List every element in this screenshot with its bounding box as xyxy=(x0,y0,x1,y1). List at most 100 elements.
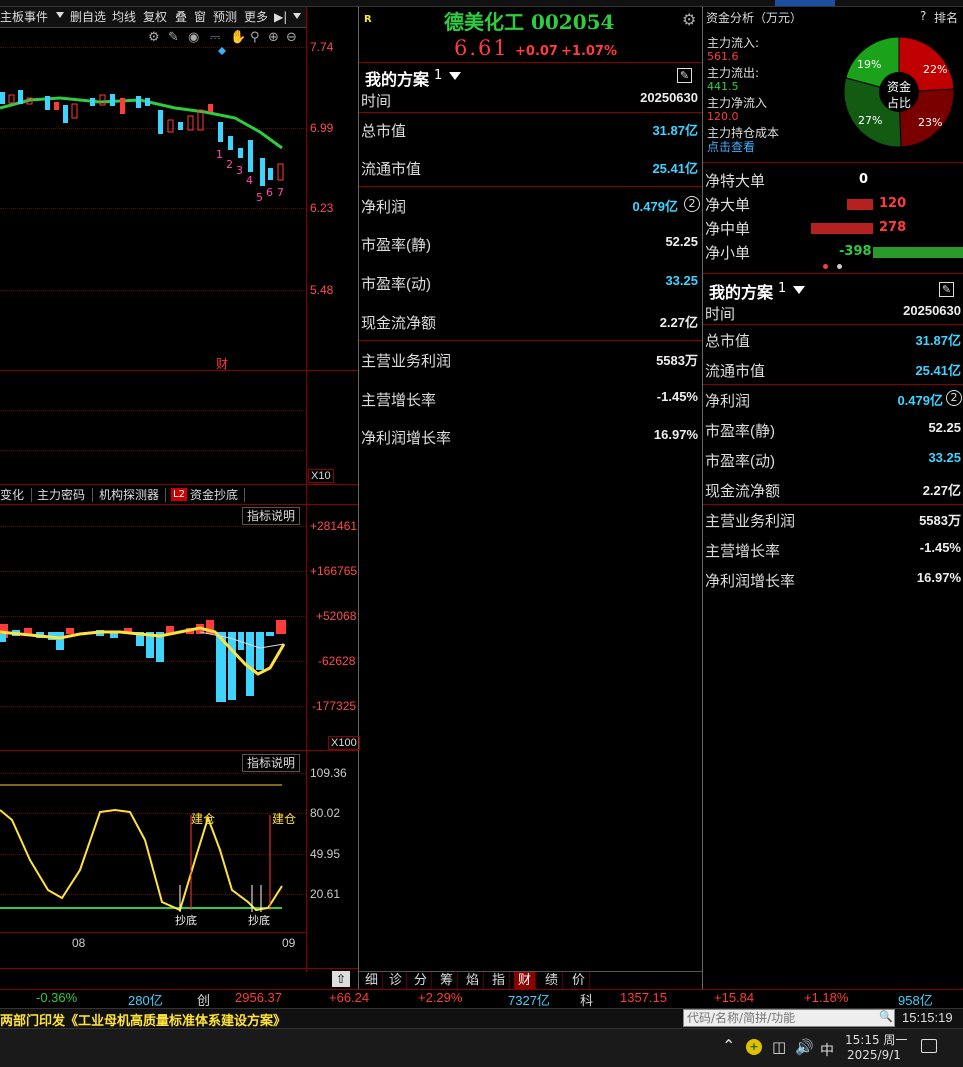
notification-icon[interactable] xyxy=(921,1039,937,1053)
plan-row-net-profit: 净利润 0.479亿 2 xyxy=(703,388,963,412)
page-dot[interactable] xyxy=(837,264,842,269)
toolbar-item-event[interactable]: 事件 xyxy=(24,8,48,26)
plan-row-float-cap: 流通市值 25.41亿 xyxy=(703,358,963,382)
wave-marker: 6 xyxy=(266,186,273,199)
view-cost-link[interactable]: 点击查看 xyxy=(707,138,755,155)
tab-split[interactable]: 分 xyxy=(410,972,432,989)
current-price: 6.61 xyxy=(454,36,509,60)
kline-chart[interactable] xyxy=(0,40,306,370)
toolbar-item-adjust[interactable]: 复权 xyxy=(143,8,167,26)
price-change-pct: +1.07% xyxy=(561,44,617,59)
volume-zoom-label: X10 xyxy=(308,469,334,483)
net-medium-value: 278 xyxy=(879,220,907,235)
star-amount: 958亿 xyxy=(898,993,933,1008)
news-ticker[interactable]: 两部门印发《工业母机高质量标准体系建设方案》 xyxy=(0,1010,286,1029)
search-input[interactable] xyxy=(683,1009,895,1027)
tab-diagnose[interactable]: 诊 xyxy=(385,972,407,989)
taskbar-time[interactable]: 15:15 周一 xyxy=(845,1031,907,1048)
edit-icon[interactable]: ✎ xyxy=(939,282,954,297)
tab-fund-bottom[interactable]: 资金抄底 xyxy=(190,486,238,504)
tab-finance[interactable]: 财 xyxy=(514,972,536,989)
bottom-signal-indicator[interactable] xyxy=(0,780,306,930)
tray-expand-icon[interactable]: ⌃ xyxy=(722,1036,735,1055)
indicator2-tick: 109.36 xyxy=(310,766,347,780)
chinext-amount: 7327亿 xyxy=(508,993,550,1008)
tab-index[interactable]: 指 xyxy=(488,972,510,989)
pie-pct-label: 23% xyxy=(918,116,943,129)
scroll-top-icon[interactable]: ⇧ xyxy=(332,971,350,987)
tab-change[interactable]: 变化 xyxy=(0,486,24,504)
tab-performance[interactable]: 绩 xyxy=(541,972,563,989)
event-dropdown-icon[interactable] xyxy=(56,12,64,18)
net-order-list: 净特大单 0 净大单 120 净中单 278 净小单 -398 xyxy=(703,168,963,268)
chinext-label[interactable]: 创 xyxy=(197,990,210,1009)
row-divider xyxy=(703,324,963,325)
star-label[interactable]: 科 xyxy=(580,990,593,1009)
plan-row-main-profit: 主营业务利润 5583万 xyxy=(359,348,702,372)
tab-detail[interactable]: 细 xyxy=(361,972,383,989)
row-value: -1.45% xyxy=(656,389,698,404)
indicator1-explain-button[interactable]: 指标说明 xyxy=(242,507,301,525)
row-key: 净利润 xyxy=(705,393,751,410)
collapse-arrow-icon[interactable]: ▶| xyxy=(274,10,287,24)
net-large-label: 净大单 xyxy=(705,196,751,214)
rank-button[interactable]: 排名 xyxy=(934,9,958,26)
tray-app-icon[interactable]: + xyxy=(746,1039,762,1055)
x-tick: 09 xyxy=(282,936,296,950)
net-large-bar xyxy=(847,199,873,210)
toolbar-item-remove-watch[interactable]: 删自选 xyxy=(70,8,106,26)
plan-dropdown-icon[interactable] xyxy=(793,286,805,294)
note-badge[interactable]: 2 xyxy=(684,196,700,212)
pane-divider xyxy=(0,968,358,969)
tab-main-password[interactable]: 主力密码 xyxy=(37,486,85,504)
row-key: 时间 xyxy=(361,93,392,110)
page-dot-active[interactable] xyxy=(823,264,828,269)
row-key: 净利润增长率 xyxy=(705,573,796,590)
taskbar-date[interactable]: 2025/9/1 xyxy=(847,1048,901,1062)
chinext-change: +66.24 xyxy=(329,990,370,1005)
tab-price[interactable]: 价 xyxy=(568,972,590,989)
plan-row-cashflow: 现金流净额 2.27亿 xyxy=(703,478,963,502)
row-key: 净利润增长率 xyxy=(361,430,452,447)
row-key: 主营增长率 xyxy=(361,392,437,409)
tab-flame[interactable]: 焰 xyxy=(462,972,484,989)
network-icon[interactable]: ◫ xyxy=(772,1038,786,1056)
fund-flow-indicator[interactable] xyxy=(0,610,306,710)
settings-gear-icon[interactable]: ⚙ xyxy=(682,10,696,29)
toolbar-item-ma[interactable]: 均线 xyxy=(112,8,136,26)
plan-row-pe-dynamic: 市盈率(动) 33.25 xyxy=(359,271,702,295)
tab-chips[interactable]: 筹 xyxy=(436,972,458,989)
search-icon[interactable]: 🔍 xyxy=(879,1010,893,1023)
ime-indicator[interactable]: 中 xyxy=(820,1040,834,1060)
indicator2-explain-button[interactable]: 指标说明 xyxy=(242,754,301,772)
row-key: 现金流净额 xyxy=(705,483,781,500)
row-key: 主营增长率 xyxy=(705,543,781,560)
toolbar-item-more[interactable]: 更多 xyxy=(244,8,268,26)
row-value: 5583万 xyxy=(656,353,698,368)
volume-icon[interactable]: 🔊 xyxy=(795,1038,814,1056)
toolbar-item-overlay[interactable]: 叠 xyxy=(175,8,187,26)
pane-divider xyxy=(0,750,358,751)
x-axis-line xyxy=(0,932,306,933)
wave-marker: 7 xyxy=(277,186,284,199)
plan-panel-mid: 我的方案 1 ✎ 时间 20250630 总市值 31.87亿 流通市值 25.… xyxy=(359,62,702,462)
plan-dropdown-icon[interactable] xyxy=(449,72,461,80)
l2-badge: L2 xyxy=(171,488,187,501)
toolbar-dropdown-icon[interactable] xyxy=(293,13,301,19)
indicator-tabs: 变化 主力密码 机构探测器 L2 资金抄底 xyxy=(0,486,358,504)
toolbar-item-window[interactable]: 窗 xyxy=(194,8,206,26)
plan-row-pe-static: 市盈率(静) 52.25 xyxy=(703,418,963,442)
row-key: 流通市值 xyxy=(361,161,422,178)
note-badge[interactable]: 2 xyxy=(946,390,962,406)
edit-icon[interactable]: ✎ xyxy=(677,68,692,83)
row-value: 31.87亿 xyxy=(915,333,961,348)
index-pct: -0.36% xyxy=(36,990,78,1005)
plan-row-pe-dynamic: 市盈率(动) 33.25 xyxy=(703,448,963,472)
indicator2-tick: 20.61 xyxy=(310,887,341,901)
help-icon[interactable]: ? xyxy=(920,9,926,23)
toolbar-item-forecast[interactable]: 预测 xyxy=(213,8,237,26)
price-change: +0.07 xyxy=(515,44,558,59)
row-key: 主营业务利润 xyxy=(361,353,452,370)
tab-institution-detector[interactable]: 机构探测器 xyxy=(99,486,159,504)
toolbar-item-board[interactable]: 主板 xyxy=(0,8,24,26)
